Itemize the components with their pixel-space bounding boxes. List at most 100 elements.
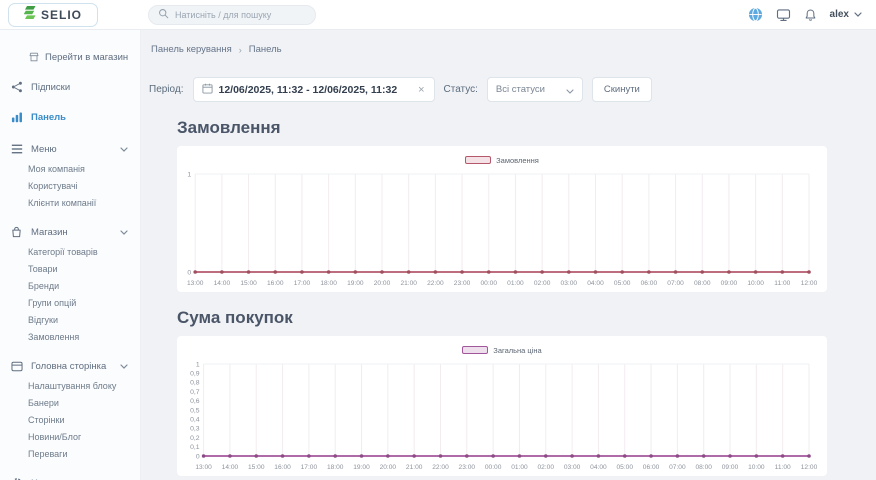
svg-text:10:00: 10:00 xyxy=(747,280,764,287)
purchase-sum-section: Сума покупок Загальна ціна 10,90,80,70,6… xyxy=(149,308,840,476)
monitor-icon[interactable] xyxy=(776,8,791,22)
sidebar-item-homepage[interactable]: Головна сторінка xyxy=(0,355,140,377)
orders-chart-legend[interactable]: Замовлення xyxy=(185,152,819,168)
orders-chart-card: Замовлення 1013:0014:0015:0016:0017:0018… xyxy=(177,146,827,292)
svg-text:15:00: 15:00 xyxy=(240,280,257,287)
svg-text:03:00: 03:00 xyxy=(561,280,578,287)
svg-text:0: 0 xyxy=(187,269,191,276)
sidebar-item-label: Магазин xyxy=(31,227,112,238)
sidebar-item-settings[interactable]: Налаштування xyxy=(0,472,140,480)
svg-text:09:00: 09:00 xyxy=(721,280,738,287)
status-select[interactable]: Всі статуси xyxy=(487,77,583,102)
svg-text:18:00: 18:00 xyxy=(320,280,337,287)
svg-text:10:00: 10:00 xyxy=(748,464,765,471)
svg-text:13:00: 13:00 xyxy=(187,280,204,287)
sidebar-subitem[interactable]: Користувачі xyxy=(0,177,140,194)
sidebar-item-label: Перейти в магазин xyxy=(45,52,128,63)
filter-bar: Період: 12/06/2025, 11:32 - 12/06/2025, … xyxy=(149,77,840,102)
svg-text:0,3: 0,3 xyxy=(190,426,200,433)
purchase-sum-chart-legend[interactable]: Загальна ціна xyxy=(185,342,819,358)
status-label: Статус: xyxy=(444,84,478,95)
language-globe-icon[interactable] xyxy=(748,7,763,22)
svg-text:22:00: 22:00 xyxy=(427,280,444,287)
svg-text:03:00: 03:00 xyxy=(564,464,581,471)
selio-logo-icon xyxy=(24,6,36,24)
sidebar-item-dashboard[interactable]: Панель xyxy=(0,106,140,128)
sidebar-subitem[interactable]: Клієнти компанії xyxy=(0,194,140,211)
clear-period-icon[interactable]: × xyxy=(417,84,425,96)
chevron-down-icon xyxy=(120,361,128,372)
svg-text:08:00: 08:00 xyxy=(695,464,712,471)
sidebar-subitem[interactable]: Бренди xyxy=(0,277,140,294)
user-menu[interactable]: alex xyxy=(830,9,862,20)
svg-text:0,7: 0,7 xyxy=(190,389,200,396)
sidebar-item-label: Головна сторінка xyxy=(31,361,112,372)
orders-line-chart: 1013:0014:0015:0016:0017:0018:0019:0020:… xyxy=(185,168,819,288)
period-label: Період: xyxy=(149,84,184,95)
svg-text:20:00: 20:00 xyxy=(380,464,397,471)
selio-logo[interactable]: SELIO xyxy=(8,3,98,27)
svg-text:1: 1 xyxy=(187,171,191,178)
chevron-down-icon xyxy=(566,81,574,99)
svg-text:0,6: 0,6 xyxy=(190,398,200,405)
svg-text:09:00: 09:00 xyxy=(722,464,739,471)
search-input[interactable] xyxy=(175,10,306,20)
sidebar-item-label: Меню xyxy=(31,144,112,155)
period-value: 12/06/2025, 11:32 - 12/06/2025, 11:32 xyxy=(219,84,412,96)
svg-text:0,8: 0,8 xyxy=(190,380,200,387)
svg-text:0,9: 0,9 xyxy=(190,371,200,378)
svg-text:04:00: 04:00 xyxy=(590,464,607,471)
svg-text:07:00: 07:00 xyxy=(667,280,684,287)
sidebar-subitem[interactable]: Банери xyxy=(0,394,140,411)
sidebar-subitem[interactable]: Категорії товарів xyxy=(0,243,140,260)
sidebar-nav: Перейти в магазин Підписки Панель Меню Моя к… xyxy=(0,30,141,480)
main-content: Панель керування › Панель Період: 12/06/… xyxy=(141,30,876,480)
sidebar-submenu-store: Категорії товарівТовариБрендиГрупи опцій… xyxy=(0,243,140,345)
svg-text:1: 1 xyxy=(196,361,200,368)
reset-filters-button[interactable]: Скинути xyxy=(592,77,652,102)
svg-text:05:00: 05:00 xyxy=(614,280,631,287)
sidebar-submenu-menu: Моя компаніяКористувачіКлієнти компанії xyxy=(0,160,140,211)
sidebar-subitem[interactable]: Моя компанія xyxy=(0,160,140,177)
sidebar-item-store[interactable]: Магазин xyxy=(0,221,140,243)
sidebar-subitem[interactable]: Товари xyxy=(0,260,140,277)
sidebar-subitem[interactable]: Замовлення xyxy=(0,328,140,345)
app-window: SELIO alex xyxy=(0,0,876,480)
sidebar-subitem[interactable]: Відгуки xyxy=(0,311,140,328)
breadcrumb: Панель керування › Панель xyxy=(151,44,840,55)
svg-text:01:00: 01:00 xyxy=(511,464,528,471)
svg-text:04:00: 04:00 xyxy=(587,280,604,287)
svg-text:12:00: 12:00 xyxy=(801,280,817,287)
svg-text:23:00: 23:00 xyxy=(459,464,476,471)
bell-icon[interactable] xyxy=(804,8,817,22)
chevron-down-icon xyxy=(854,9,862,20)
calendar-icon xyxy=(202,81,213,99)
chevron-down-icon xyxy=(120,227,128,238)
sidebar-item-menu[interactable]: Меню xyxy=(0,138,140,160)
logo-text: SELIO xyxy=(41,8,82,22)
svg-text:16:00: 16:00 xyxy=(274,464,291,471)
search-icon xyxy=(158,6,169,24)
period-date-range-input[interactable]: 12/06/2025, 11:32 - 12/06/2025, 11:32 × xyxy=(193,77,435,102)
sidebar-item-go-to-store[interactable]: Перейти в магазин xyxy=(0,46,140,68)
sidebar-subitem[interactable]: Налаштування блоку xyxy=(0,377,140,394)
svg-text:19:00: 19:00 xyxy=(347,280,364,287)
sidebar-item-subscriptions[interactable]: Підписки xyxy=(0,76,140,98)
svg-text:23:00: 23:00 xyxy=(454,280,471,287)
global-search[interactable] xyxy=(148,5,316,25)
svg-text:07:00: 07:00 xyxy=(669,464,686,471)
breadcrumb-dashboard-root[interactable]: Панель керування xyxy=(151,44,232,55)
subscriptions-icon xyxy=(10,81,23,93)
sidebar-subitem[interactable]: Сторінки xyxy=(0,411,140,428)
sidebar-subitem[interactable]: Новини/Блог xyxy=(0,428,140,445)
svg-text:20:00: 20:00 xyxy=(374,280,391,287)
svg-text:18:00: 18:00 xyxy=(327,464,344,471)
svg-text:21:00: 21:00 xyxy=(400,280,417,287)
bag-icon xyxy=(10,226,23,238)
svg-text:0,4: 0,4 xyxy=(190,417,200,424)
svg-text:11:00: 11:00 xyxy=(775,464,791,471)
sidebar-subitem[interactable]: Переваги xyxy=(0,445,140,462)
svg-text:02:00: 02:00 xyxy=(538,464,555,471)
sidebar-subitem[interactable]: Групи опцій xyxy=(0,294,140,311)
orders-section: Замовлення Замовлення 1013:0014:0015:001… xyxy=(149,118,840,292)
